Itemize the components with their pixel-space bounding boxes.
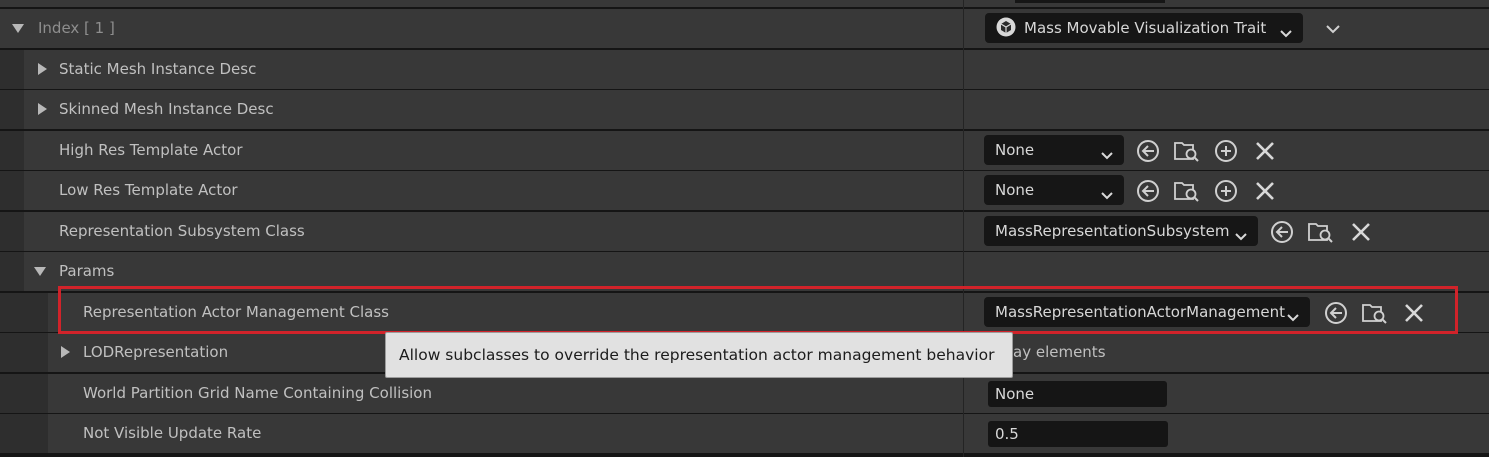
rep-actor-mgmt-row: Representation Actor Management Class Ma… xyxy=(0,293,1489,332)
rep-actor-mgmt-combo[interactable]: MassRepresentationActorManagement xyxy=(984,297,1310,327)
reset-arrow-icon[interactable] xyxy=(1136,139,1160,163)
clear-x-icon[interactable] xyxy=(1253,139,1277,163)
top-partial-row xyxy=(0,0,1489,7)
static-mesh-row[interactable]: Static Mesh Instance Desc xyxy=(0,50,1489,89)
lod-rep-array-count: ay elements xyxy=(1013,343,1106,361)
clear-x-icon[interactable] xyxy=(1253,179,1277,203)
static-mesh-label: Static Mesh Instance Desc xyxy=(59,60,257,78)
low-res-label: Low Res Template Actor xyxy=(59,181,238,199)
rep-actor-mgmt-value: MassRepresentationActorManagement xyxy=(995,303,1285,321)
not-visible-row: Not Visible Update Rate 0.5 xyxy=(0,414,1489,453)
cube-icon xyxy=(996,17,1016,37)
params-row[interactable]: Params xyxy=(0,252,1489,291)
high-res-combo[interactable]: None xyxy=(984,135,1124,165)
low-res-row: Low Res Template Actor None xyxy=(0,171,1489,210)
trait-type-value: Mass Movable Visualization Trait xyxy=(1024,19,1267,37)
add-circle-icon[interactable] xyxy=(1214,139,1238,163)
skinned-mesh-label: Skinned Mesh Instance Desc xyxy=(59,100,274,118)
browse-folder-icon[interactable] xyxy=(1362,301,1387,325)
collapse-arrow-icon[interactable] xyxy=(34,267,46,276)
rep-subsystem-value: MassRepresentationSubsystem xyxy=(995,222,1230,240)
low-res-value: None xyxy=(995,181,1035,199)
chevron-down-icon xyxy=(1286,305,1300,335)
world-partition-row: World Partition Grid Name Containing Col… xyxy=(0,374,1489,413)
params-label: Params xyxy=(59,262,115,280)
index-label: Index [ 1 ] xyxy=(38,19,115,37)
browse-folder-icon[interactable] xyxy=(1308,220,1333,244)
add-circle-icon[interactable] xyxy=(1214,179,1238,203)
index-row[interactable]: Index [ 1 ] Mass Movable Visualization T… xyxy=(0,9,1489,48)
tooltip: Allow subclasses to override the represe… xyxy=(385,332,1013,378)
reset-arrow-icon[interactable] xyxy=(1136,179,1160,203)
not-visible-label: Not Visible Update Rate xyxy=(83,424,262,442)
clear-x-icon[interactable] xyxy=(1349,220,1373,244)
reset-arrow-icon[interactable] xyxy=(1324,301,1348,325)
world-partition-label: World Partition Grid Name Containing Col… xyxy=(83,384,432,402)
expand-arrow-icon[interactable] xyxy=(61,346,70,358)
collapse-arrow-icon[interactable] xyxy=(12,24,24,33)
world-partition-field[interactable]: None xyxy=(988,381,1167,407)
trait-type-combo[interactable]: Mass Movable Visualization Trait xyxy=(985,13,1303,43)
rep-actor-mgmt-label: Representation Actor Management Class xyxy=(83,303,389,321)
expand-arrow-icon[interactable] xyxy=(38,63,47,75)
expand-arrow-icon[interactable] xyxy=(38,103,47,115)
reset-arrow-icon[interactable] xyxy=(1270,220,1294,244)
column-splitter[interactable] xyxy=(963,0,964,457)
browse-folder-icon[interactable] xyxy=(1174,179,1199,203)
chevron-down-icon xyxy=(1234,224,1248,254)
rep-subsystem-row: Representation Subsystem Class MassRepre… xyxy=(0,212,1489,251)
rep-subsystem-combo[interactable]: MassRepresentationSubsystem xyxy=(984,216,1258,246)
browse-folder-icon[interactable] xyxy=(1174,139,1199,163)
skinned-mesh-row[interactable]: Skinned Mesh Instance Desc xyxy=(0,90,1489,129)
not-visible-field[interactable]: 0.5 xyxy=(988,421,1168,447)
low-res-combo[interactable]: None xyxy=(984,175,1124,205)
rep-subsystem-label: Representation Subsystem Class xyxy=(59,222,305,240)
high-res-row: High Res Template Actor None xyxy=(0,131,1489,170)
expand-menu-icon[interactable] xyxy=(1325,21,1341,41)
chevron-down-icon xyxy=(1279,21,1293,51)
high-res-value: None xyxy=(995,141,1035,159)
clear-x-icon[interactable] xyxy=(1402,301,1426,325)
chevron-down-icon xyxy=(1100,183,1114,213)
high-res-label: High Res Template Actor xyxy=(59,141,243,159)
chevron-down-icon xyxy=(1100,143,1114,173)
lod-rep-label: LODRepresentation xyxy=(83,343,229,361)
